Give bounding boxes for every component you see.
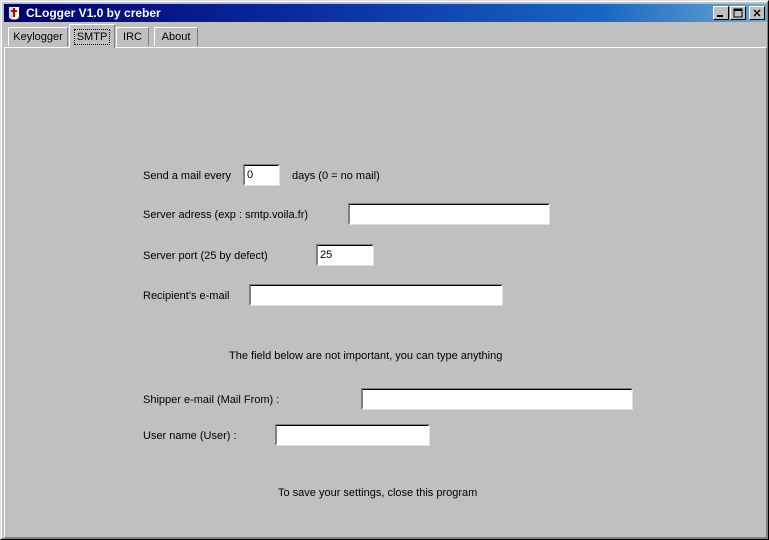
server-port-field-frame [316,244,374,266]
recipient-email-input[interactable] [250,285,502,305]
recipient-email-label: Recipient's e-mail [143,290,230,302]
optional-fields-note: The field below are not important, you c… [229,350,503,362]
recipient-email-field-frame [249,284,503,306]
server-port-input[interactable] [317,245,373,265]
close-icon [750,7,764,19]
tab-smtp[interactable]: SMTP [69,24,115,48]
tab-about-label: About [161,31,191,43]
server-address-input[interactable] [349,204,549,224]
send-interval-suffix-label: days (0 = no mail) [292,170,380,182]
smtp-tab-panel: Send a mail every days (0 = no mail) Ser… [4,47,767,538]
application-window: CLogger V1.0 by creber Keylogger SMTP IR… [0,0,769,540]
send-interval-label: Send a mail every [143,170,232,182]
tab-about[interactable]: About [154,27,198,46]
minimize-icon [714,7,728,19]
tab-smtp-label: SMTP [73,28,111,45]
tab-keylogger[interactable]: Keylogger [8,27,68,46]
minimize-button[interactable] [713,6,729,20]
window-inner-frame: CLogger V1.0 by creber Keylogger SMTP IR… [1,1,768,539]
user-name-label: User name (User) : [143,430,237,442]
server-address-label: Server adress (exp : smtp.voila.fr) [143,209,309,221]
window-controls [713,6,765,20]
maximize-icon [731,7,745,19]
user-name-field-frame [275,424,430,446]
shipper-email-field-frame [361,388,633,410]
user-name-input[interactable] [276,425,429,445]
close-button[interactable] [749,6,765,20]
shield-app-icon [6,5,22,21]
save-settings-note: To save your settings, close this progra… [278,487,478,499]
shipper-email-label: Shipper e-mail (Mail From) : [143,394,280,406]
title-bar[interactable]: CLogger V1.0 by creber [4,4,767,22]
tab-irc[interactable]: IRC [116,27,149,46]
server-address-field-frame [348,203,550,225]
window-title: CLogger V1.0 by creber [26,6,161,20]
send-interval-field-frame [243,164,280,186]
maximize-button[interactable] [730,6,746,20]
tab-strip: Keylogger SMTP IRC About [4,24,767,48]
server-port-label: Server port (25 by defect) [143,250,268,262]
shipper-email-input[interactable] [362,389,632,409]
tab-irc-label: IRC [123,31,142,43]
send-interval-input[interactable] [244,165,279,185]
tab-keylogger-label: Keylogger [13,31,63,43]
